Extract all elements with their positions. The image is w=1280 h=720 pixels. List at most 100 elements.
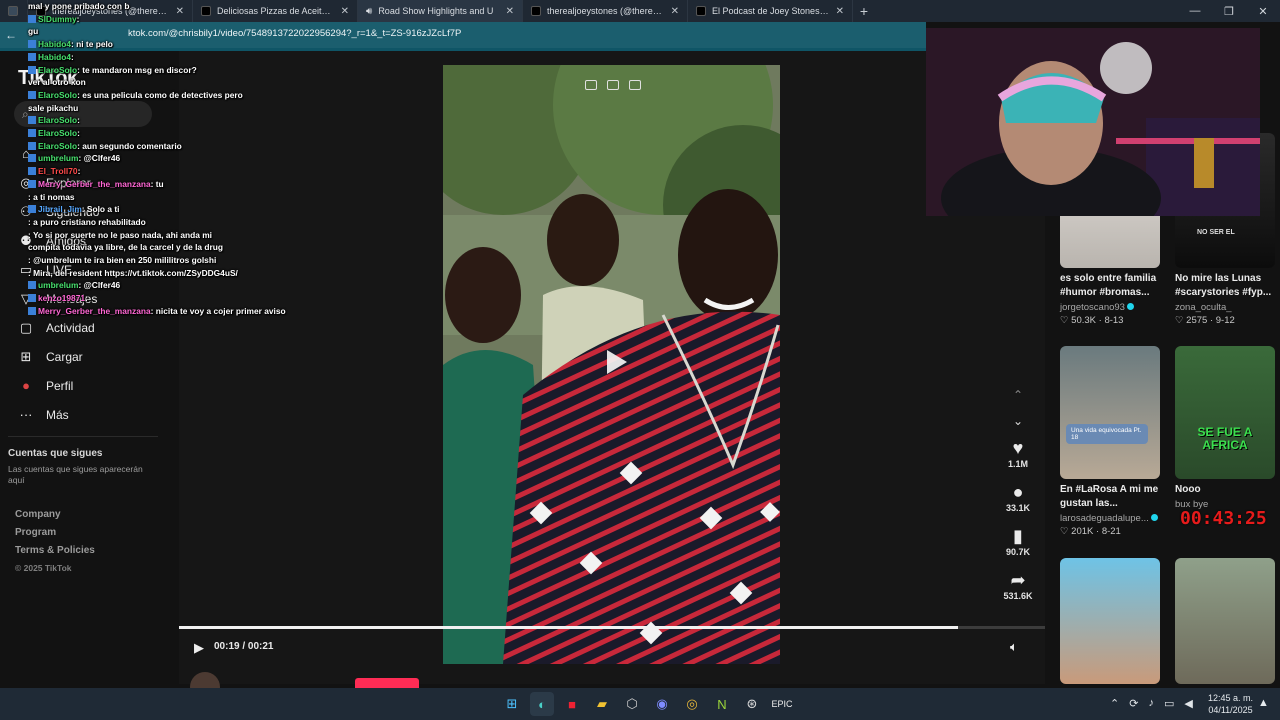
chat-message: Habido4: <box>28 51 243 64</box>
speaker-icon[interactable]: ◀ <box>1184 697 1192 710</box>
card-stats: ♡ 2575 · 9-12 <box>1175 315 1235 326</box>
chat-message: : a puro cristiano rehabilitado <box>28 216 243 229</box>
card-title: No mire las Lunas #scarystories #fyp... <box>1175 273 1272 298</box>
recommended-video-card[interactable]: Una vida equivocada Pt. 18 En #LaRosa A … <box>1060 346 1162 537</box>
video-progress-bar[interactable] <box>179 626 1045 629</box>
chat-text: : ni te pelo <box>71 39 113 50</box>
thumbnail-caption: Una vida equivocada Pt. 18 <box>1066 424 1148 444</box>
bookmark-count: 90.7K <box>1005 547 1031 557</box>
chat-username: umbrelum <box>38 153 79 164</box>
mic-icon[interactable]: ♪ <box>1148 697 1154 710</box>
chevron-up-icon[interactable]: ⌃ <box>1110 697 1119 710</box>
app-icon[interactable]: ■ <box>560 692 584 716</box>
card-stats: ♡ 50.3K · 8-13 <box>1060 315 1124 326</box>
chevron-down-icon[interactable]: ⌄ <box>1010 408 1026 434</box>
chat-username: Merry_Gerber_the_manzana <box>38 178 151 189</box>
nvidia-icon[interactable]: N <box>710 692 734 716</box>
edge-icon[interactable]: ◐ <box>530 692 554 716</box>
folder-icon[interactable]: ▰ <box>590 692 614 716</box>
chat-text: : @umbrelum te ira bien en 250 mililitro… <box>28 255 217 266</box>
webcam-overlay <box>926 28 1260 216</box>
close-icon[interactable]: ✕ <box>671 6 679 17</box>
recommended-video-card[interactable]: SE FUE A AFRICA Nooo bux bye <box>1175 346 1277 510</box>
chat-message: Merry_Gerber_the_manzana: tu <box>28 178 243 191</box>
chat-badge-icon <box>28 90 36 99</box>
chat-message: El_Troll70: <box>28 165 243 178</box>
card-date: 9-12 <box>1215 315 1235 326</box>
chat-badge-icon <box>28 154 36 163</box>
chat-message: mal y pone pribado con b <box>28 0 243 13</box>
discord-icon[interactable]: ◉ <box>650 692 674 716</box>
chat-message: umbrelum: @Clfer46 <box>28 279 243 292</box>
chat-text: : a ti nomas <box>28 191 75 202</box>
notification-icon[interactable]: ▲ <box>1258 697 1269 709</box>
video-thumbnail <box>1175 558 1275 684</box>
close-window-icon[interactable]: ✕ <box>1246 0 1280 22</box>
system-clock[interactable]: 12:45 a. m. 04/11/2025 <box>1208 692 1253 716</box>
sidebar-item-more[interactable]: ··· Más <box>18 400 99 429</box>
pip-icon[interactable] <box>585 80 597 90</box>
share-button[interactable]: ➦ 531.6K <box>996 569 1040 613</box>
chat-message: ElaroSolo: <box>28 127 243 140</box>
chat-message: ElaroSolo: aun segundo comentario <box>28 140 243 153</box>
tab-label: El Podcast de Joey Stones: Entrev <box>712 6 830 16</box>
chat-username: Jibrail_Jim <box>38 204 82 215</box>
chat-text: : <box>71 51 74 62</box>
card-likes: 2575 <box>1186 315 1208 326</box>
sidebar-item-profile[interactable]: ● Perfil <box>18 371 99 400</box>
browser-tab[interactable]: therealjoeystones (@therealjoeys ✕ <box>523 0 688 22</box>
chat-username: ElaroSolo <box>38 115 78 126</box>
network-icon[interactable]: ▭ <box>1164 697 1174 710</box>
recommended-video-card[interactable] <box>1060 558 1162 684</box>
cube-icon[interactable]: ⬡ <box>620 692 644 716</box>
chat-text: : tu <box>150 178 164 189</box>
chat-text: : <box>85 293 88 304</box>
maximize-icon[interactable]: ❐ <box>1212 0 1246 22</box>
captions-icon[interactable] <box>607 80 619 90</box>
sidebar-item-upload[interactable]: ⊞ Cargar <box>18 342 99 371</box>
card-stats: ♡ 201K · 8-21 <box>1060 526 1121 537</box>
verified-icon <box>1150 514 1158 521</box>
start-icon[interactable]: ⊞ <box>500 692 524 716</box>
play-button[interactable] <box>595 343 633 381</box>
sync-icon[interactable]: ⟳ <box>1129 697 1138 710</box>
chat-badge-icon <box>28 294 36 303</box>
new-tab-button[interactable]: + <box>853 0 875 22</box>
card-date: 8-13 <box>1104 315 1124 326</box>
card-date: 8-21 <box>1101 526 1121 537</box>
back-arrow-icon[interactable]: ← <box>0 28 22 42</box>
terms-link[interactable]: Terms & Policies <box>15 545 95 563</box>
taskbar-apps: ⊞ ◐ ■ ▰ ⬡ ◉ ◎ N ⊛ EPIC <box>500 692 794 716</box>
translate-icon[interactable] <box>629 80 641 90</box>
steam-icon[interactable]: ⊛ <box>740 692 764 716</box>
chrome-icon[interactable]: ◎ <box>680 692 704 716</box>
browser-tab-active[interactable]: 🔊︎ Road Show Highlights and U ✕ <box>358 0 523 22</box>
chevron-up-icon[interactable]: ⌃ <box>1010 382 1026 408</box>
browser-tab[interactable] <box>0 0 28 22</box>
company-link[interactable]: Company <box>15 509 95 527</box>
close-icon[interactable]: ✕ <box>341 6 349 17</box>
chat-badge-icon <box>28 129 36 138</box>
play-small-icon[interactable]: ▶ <box>194 640 204 656</box>
chat-text: : <box>76 13 80 24</box>
chat-text: : aun segundo comentario <box>77 140 182 151</box>
video-thumbnail <box>1060 558 1160 684</box>
close-icon[interactable]: ✕ <box>836 6 844 17</box>
comment-button[interactable]: ● 33.1K <box>996 481 1040 525</box>
epic-icon[interactable]: EPIC <box>770 692 794 716</box>
volume-icon[interactable]: 🔈︎ <box>1010 639 1018 655</box>
video-thumbnail: Una vida equivocada Pt. 18 <box>1060 346 1160 479</box>
card-author: larosadeguadalupe... <box>1060 513 1162 524</box>
chat-username: ElaroSolo <box>38 89 78 100</box>
program-link[interactable]: Program <box>15 527 95 545</box>
bookmark-button[interactable]: ▮ 90.7K <box>996 525 1040 569</box>
recommended-video-card[interactable] <box>1175 558 1277 684</box>
chat-message: Habido4: ni te pelo <box>28 38 243 51</box>
thumbnail-caption: SE FUE A AFRICA <box>1197 425 1253 452</box>
chat-text: mal y pone pribado con b <box>28 1 130 11</box>
minimize-icon[interactable]: — <box>1178 0 1212 22</box>
chat-message: umbrelum: @Clfer46 <box>28 152 243 165</box>
like-button[interactable]: ♥ 1.1M <box>996 437 1040 481</box>
browser-tab[interactable]: El Podcast de Joey Stones: Entrev ✕ <box>688 0 853 22</box>
close-icon[interactable]: ✕ <box>506 6 514 17</box>
